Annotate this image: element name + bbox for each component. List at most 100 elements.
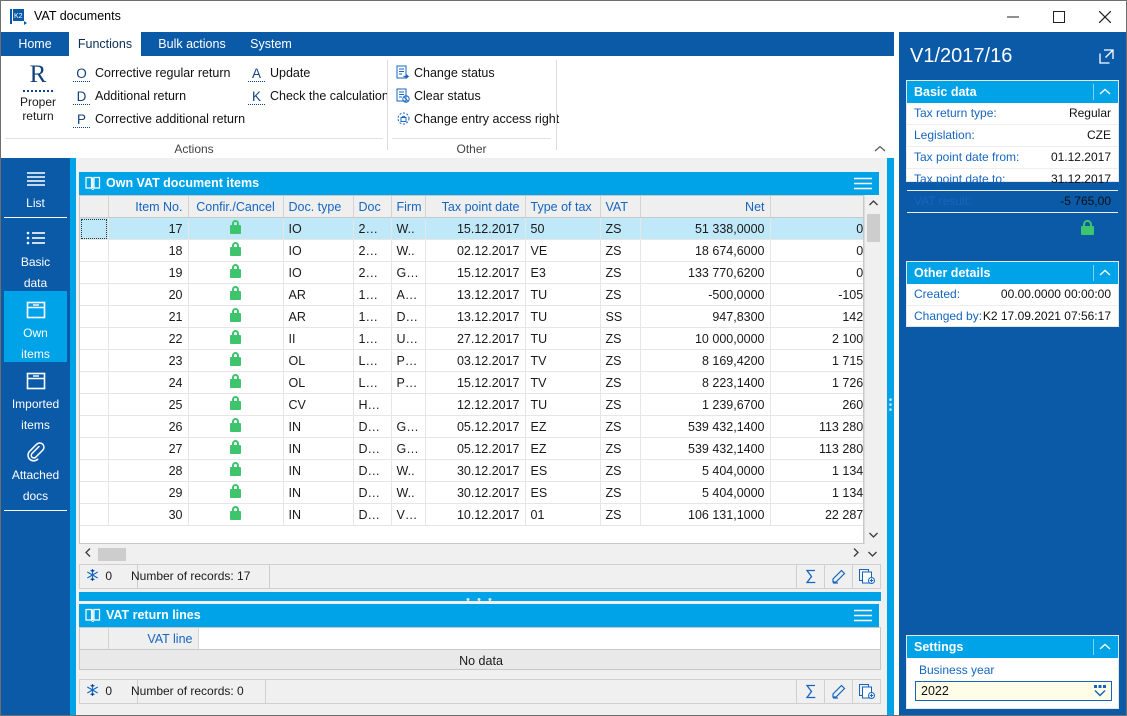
table-row[interactable]: 22 II1…U…27.12.2017TUZS10 000,00002 100,0… (80, 327, 863, 350)
cell-doc-type: IN (283, 459, 354, 482)
table-row[interactable]: 21 AR1…D…13.12.2017TUSS947,8300142,1700 (80, 305, 863, 328)
table-row[interactable]: 19 IO2…G…15.12.2017E3ZS133 770,62000,0000 (80, 261, 863, 284)
edit-pencil-icon[interactable] (824, 680, 852, 703)
own-items-grid[interactable]: Item No. Confir./Cancel Doc. type Doc Firm Ta… (79, 195, 864, 544)
column-header-vat-8[interactable]: VAT (600, 196, 641, 218)
tab-bulk-actions[interactable]: Bulk actions (147, 32, 237, 56)
table-row[interactable]: 29 IND…W..30.12.2017ESZS5 404,00001 134,8… (80, 481, 863, 504)
row-marker-cell[interactable] (80, 239, 109, 262)
table-row[interactable]: 17 IO2…W..15.12.201750ZS51 338,00000,0000 (80, 217, 863, 240)
column-header-firm-5[interactable]: Firm (391, 196, 426, 218)
corrective-additional-return-button[interactable]: P Corrective additional return (73, 107, 245, 131)
row-marker-cell[interactable] (80, 349, 109, 372)
row-marker-cell[interactable] (80, 371, 109, 394)
column-header-doc-type-3[interactable]: Doc. type (283, 196, 354, 218)
column-header-net-9[interactable]: Net (640, 196, 771, 218)
proper-return-button[interactable]: R Proper return (9, 59, 67, 135)
sidebar-item-own-items[interactable]: Own items (4, 291, 67, 369)
sum-sigma-icon[interactable] (796, 565, 824, 588)
sidebar-item-list[interactable]: List (4, 161, 67, 218)
chevron-up-icon[interactable] (1099, 636, 1111, 658)
sum-sigma-icon[interactable] (796, 680, 824, 703)
sidebar-item-imported-items[interactable]: Imported items (4, 362, 67, 440)
h-scroll-thumb[interactable] (98, 548, 126, 561)
check-the-calculation-button[interactable]: K Check the calculation (248, 84, 389, 108)
settings-card-header[interactable]: Settings (907, 636, 1118, 658)
new-record-icon[interactable] (852, 565, 880, 588)
row-marker-cell[interactable] (80, 393, 109, 416)
table-row[interactable]: 23 OLL…P…03.12.2017TVZS8 169,42001 715,58… (80, 349, 863, 372)
vertical-splitter[interactable]: • • • (887, 158, 894, 715)
column-header-tax-point-date-6[interactable]: Tax point date (425, 196, 526, 218)
minimize-button[interactable] (990, 1, 1036, 32)
other-details-card-header[interactable]: Other details (907, 262, 1118, 284)
row-marker-cell[interactable] (80, 437, 109, 460)
new-record-icon[interactable] (852, 680, 880, 703)
table-row[interactable]: 20 AR1…A…13.12.2017TUZS-500,0000-105,0000 (80, 283, 863, 306)
edit-pencil-icon[interactable] (824, 565, 852, 588)
row-marker-cell[interactable] (80, 481, 109, 504)
row-marker-cell[interactable] (80, 283, 109, 306)
scroll-collapse-icon[interactable] (864, 546, 881, 563)
tab-home[interactable]: Home (7, 32, 63, 56)
row-marker-cell[interactable] (80, 459, 109, 482)
table-row[interactable]: 25 CVH… 12.12.2017TUZS1 239,6700260,3300 (80, 393, 863, 416)
items-grid-vertical-scrollbar[interactable] (864, 195, 882, 544)
row-marker-cell[interactable] (80, 261, 109, 284)
row-marker-cell[interactable] (80, 327, 109, 350)
change-entry-access-right-button[interactable]: Change entry access right (396, 107, 559, 131)
chevron-up-icon[interactable] (1099, 262, 1111, 284)
scroll-left-icon[interactable] (79, 546, 96, 563)
tab-functions[interactable]: Functions (69, 32, 141, 56)
additional-return-button[interactable]: D Additional return (73, 84, 186, 108)
lock-status-cell (188, 481, 284, 504)
scroll-down-icon[interactable] (865, 527, 882, 544)
table-row[interactable]: 18 IO2…W..02.12.2017VEZS18 674,60000,0000 (80, 239, 863, 262)
table-row[interactable]: 24 OLL…P…15.12.2017TVZS8 223,14001 726,86… (80, 371, 863, 394)
basic-data-card-header[interactable]: Basic data (907, 81, 1118, 103)
column-header-confir-cancel-2[interactable]: Confir./Cancel (188, 196, 284, 218)
table-row[interactable]: 28 IND…W..30.12.2017ESZS5 404,00001 134,8… (80, 459, 863, 482)
chevron-up-icon[interactable] (1099, 81, 1111, 103)
snowflake-filter-icon[interactable] (86, 569, 102, 583)
tab-system[interactable]: System (241, 32, 301, 56)
sidebar-item-basic-data[interactable]: Basic data (4, 220, 67, 298)
scroll-up-icon[interactable] (865, 195, 882, 212)
lines-column-header-row-marker-0[interactable] (80, 628, 109, 650)
scroll-thumb[interactable] (867, 214, 880, 242)
calendar-dropdown-icon[interactable] (1092, 683, 1108, 702)
column-header-doc-4[interactable]: Doc (353, 196, 392, 218)
table-row[interactable]: 30 IN D… V… 10.12.2017 01 ZS 106 131,1000 22 287… (80, 503, 863, 526)
hamburger-menu-icon[interactable] (853, 609, 873, 625)
open-in-new-icon[interactable] (1099, 49, 1114, 67)
panel-splitter[interactable]: • • • (79, 592, 881, 606)
business-year-select[interactable]: 2022 (915, 681, 1112, 701)
change-status-button[interactable]: Change status (396, 61, 495, 85)
items-grid-horizontal-scrollbar[interactable] (79, 546, 881, 563)
close-button[interactable] (1082, 1, 1126, 32)
table-row[interactable]: 27 IN D… G… 05.12.2017 EZ ZS 539 432,1400 113 28… (80, 437, 863, 460)
corrective-regular-return-button[interactable]: O Corrective regular return (73, 61, 230, 85)
snowflake-filter-icon[interactable] (86, 684, 102, 698)
row-marker-cell[interactable] (80, 305, 109, 328)
vat-return-lines-grid[interactable]: VAT line No data (79, 627, 881, 670)
column-header-type-of-tax-7[interactable]: Type of tax (525, 196, 601, 218)
column-header-row-marker-0[interactable] (80, 196, 109, 218)
table-row[interactable]: 26 IN D… G… 05.12.2017 EZ ZS 539 432,1400 113 28… (80, 415, 863, 438)
sidebar-item-attached-docs[interactable]: Attached docs (4, 433, 67, 511)
cell-firm: W.. (391, 481, 426, 504)
clear-status-button[interactable]: Clear status (396, 84, 481, 108)
row-marker-cell[interactable] (80, 415, 109, 438)
row-marker-cell[interactable] (80, 503, 109, 526)
maximize-button[interactable] (1036, 1, 1082, 32)
row-marker-cell[interactable] (80, 217, 109, 240)
scroll-right-icon[interactable] (847, 546, 864, 563)
column-header-item-no-1[interactable]: Item No. (108, 196, 189, 218)
cell-net: 5 404,0000 (640, 481, 771, 504)
hamburger-menu-icon[interactable] (853, 177, 873, 193)
lines-column-header-vat-line-1[interactable]: VAT line (108, 628, 199, 650)
tax-point-date-to-value: 31.12.2017 (1050, 172, 1111, 186)
ribbon-collapse-icon[interactable] (874, 144, 886, 156)
column-header-vat-10[interactable]: VAT (770, 196, 863, 218)
update-button[interactable]: A Update (248, 61, 310, 85)
